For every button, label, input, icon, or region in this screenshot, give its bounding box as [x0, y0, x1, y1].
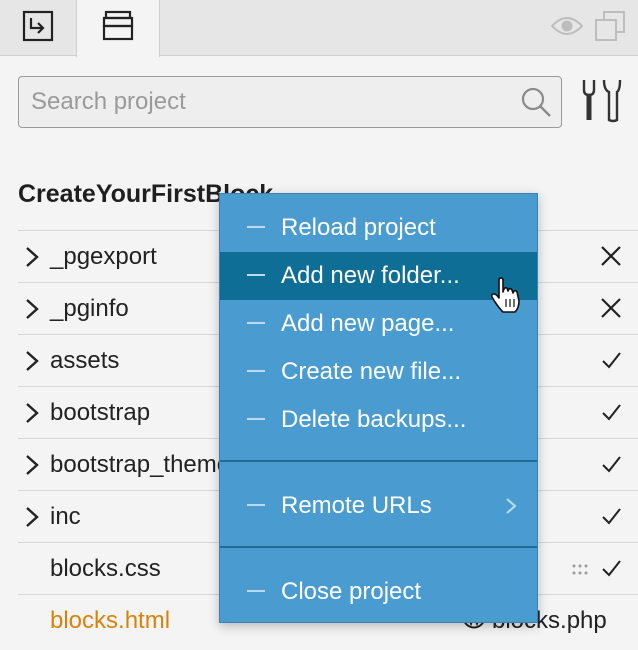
tree-item-label: inc: [50, 502, 81, 530]
menu-item-label: Delete backups...: [281, 406, 467, 433]
tools-icon[interactable]: [578, 78, 622, 129]
copy-icon[interactable]: [594, 10, 626, 47]
chevron-right-icon[interactable]: [24, 401, 40, 425]
menu-item-label: Create new file...: [281, 358, 462, 385]
menu-item-dash: [247, 418, 265, 420]
tree-item-label: assets: [50, 346, 120, 374]
search-input[interactable]: [19, 88, 509, 116]
tab-export[interactable]: [0, 0, 76, 56]
check-icon: [598, 451, 624, 477]
chevron-right-icon[interactable]: [24, 453, 40, 477]
check-icon: [598, 399, 624, 425]
menu-item-close-project[interactable]: Close project: [220, 568, 537, 616]
menu-item-dash: [247, 504, 265, 506]
tree-item-label: blocks.css: [50, 554, 161, 582]
chevron-right-icon[interactable]: [24, 505, 40, 529]
tree-item-label: bootstrap_theme: [50, 450, 231, 478]
menu-item-delete-backups[interactable]: Delete backups...: [220, 396, 537, 444]
menu-item-dash: [247, 322, 265, 324]
menu-item-dash: [247, 274, 265, 276]
submenu-chevron-icon: [505, 496, 517, 521]
menu-item-reload-project[interactable]: Reload project: [220, 204, 537, 252]
hand-pointer-icon: [490, 277, 524, 320]
menu-item-label: Add new folder...: [281, 262, 460, 289]
menu-item-create-new-file[interactable]: Create new file...: [220, 348, 537, 396]
drag-handle-icon[interactable]: [572, 563, 592, 581]
search-icon[interactable]: [519, 85, 553, 124]
context-menu: Reload project Add new folder... Add new…: [219, 193, 538, 623]
menu-separator: [220, 460, 537, 462]
menu-item-remote-urls[interactable]: Remote URLs: [220, 482, 537, 530]
check-icon: [598, 503, 624, 529]
menu-item-dash: [247, 370, 265, 372]
chevron-right-icon[interactable]: [24, 297, 40, 321]
check-icon: [598, 555, 624, 581]
menu-item-label: Add new page...: [281, 310, 455, 337]
check-icon: [598, 347, 624, 373]
eye-icon[interactable]: [550, 11, 584, 46]
menu-separator: [220, 546, 537, 548]
tree-item-label: _pgexport: [50, 242, 157, 270]
menu-item-dash: [247, 226, 265, 228]
close-icon[interactable]: [598, 243, 624, 269]
tree-item-label: blocks.html: [50, 606, 171, 634]
tab-project[interactable]: [76, 0, 160, 57]
export-icon: [21, 9, 55, 48]
menu-item-label: Reload project: [281, 214, 436, 241]
menu-item-label: Remote URLs: [281, 492, 432, 519]
chevron-right-icon[interactable]: [24, 245, 40, 269]
tree-item-label: bootstrap: [50, 398, 151, 426]
menu-item-label: Close project: [281, 578, 422, 605]
tabbar-actions: [550, 10, 626, 47]
inbox-icon: [101, 10, 135, 47]
menu-item-dash: [247, 590, 265, 592]
search-box: [18, 76, 562, 128]
tree-item-label: _pginfo: [50, 294, 129, 322]
chevron-right-icon[interactable]: [24, 349, 40, 373]
close-icon[interactable]: [598, 295, 624, 321]
tab-bar: [0, 0, 638, 57]
